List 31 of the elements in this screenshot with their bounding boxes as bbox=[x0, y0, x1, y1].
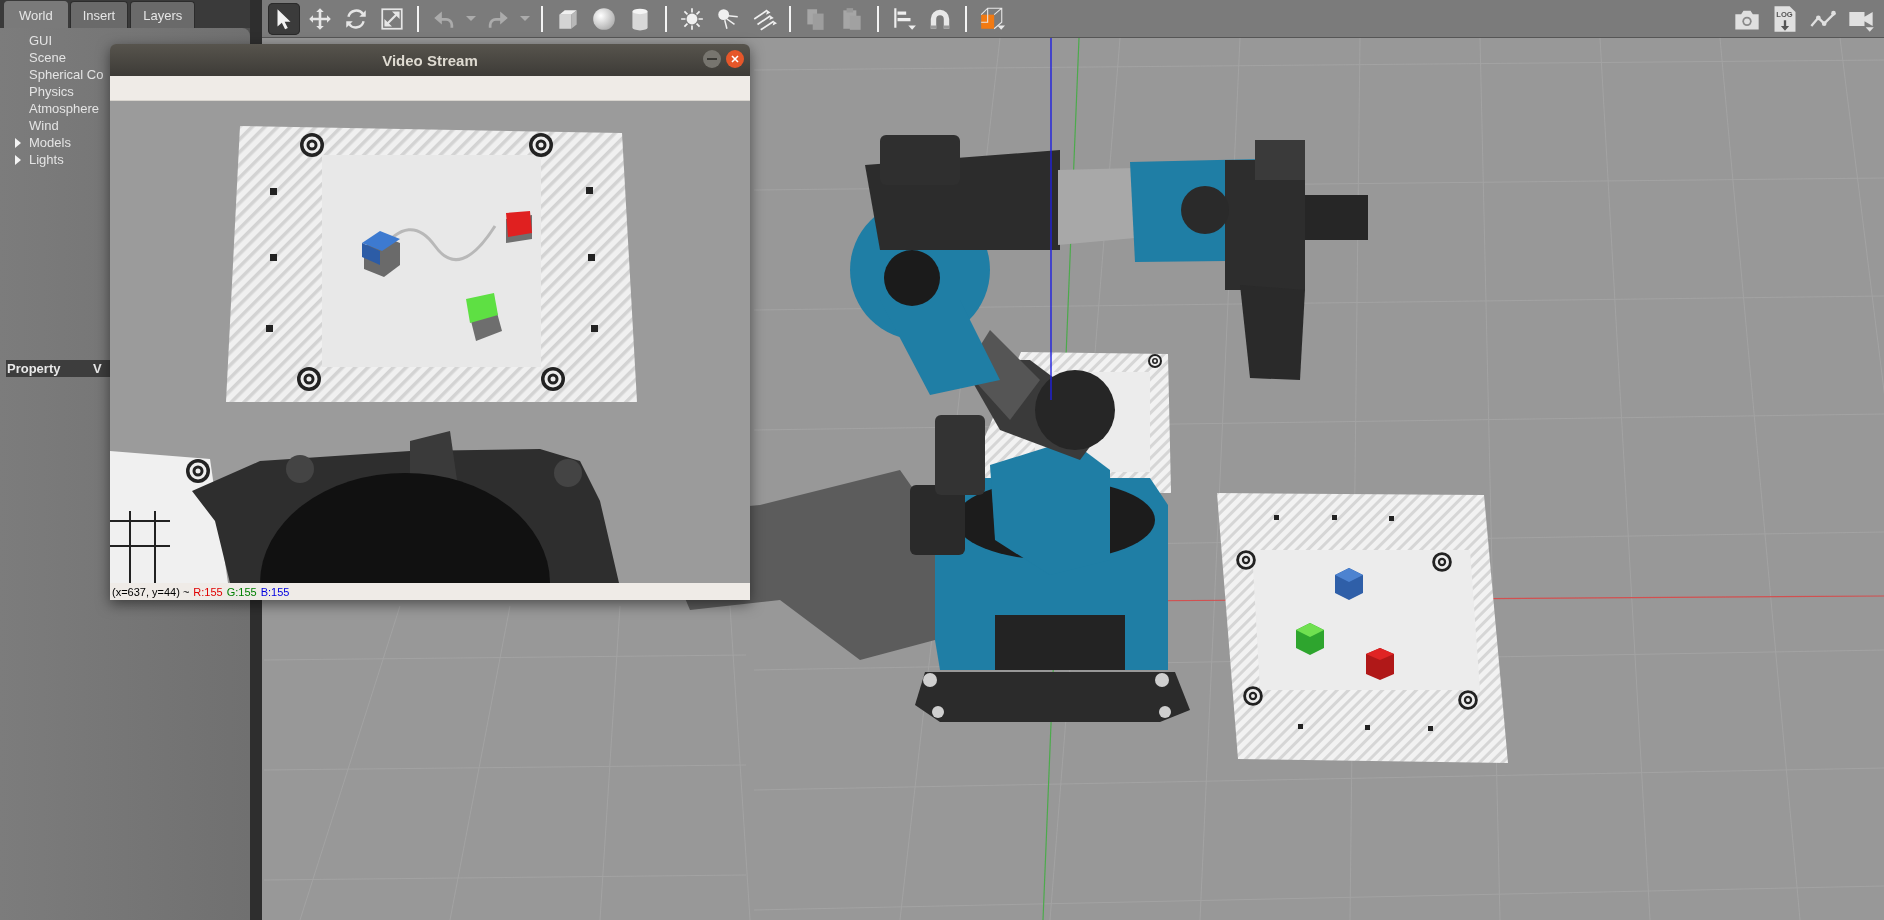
status-text: R:155 bbox=[193, 585, 223, 598]
caret-icon bbox=[520, 16, 530, 21]
minimize-icon bbox=[707, 58, 717, 60]
tree-item[interactable]: Lights bbox=[29, 151, 64, 168]
panel-tab[interactable]: Layers bbox=[130, 1, 196, 28]
tree-item[interactable]: GUI bbox=[29, 32, 53, 49]
tree-item[interactable]: Atmosphere bbox=[29, 100, 100, 117]
status-text: (x=637, y=44) ~ bbox=[112, 585, 190, 598]
tree-item[interactable]: Scene bbox=[29, 49, 66, 66]
tree-item[interactable]: Spherical Co bbox=[29, 66, 104, 83]
panel-tab[interactable]: World bbox=[4, 1, 68, 28]
window-title: Video Stream bbox=[382, 51, 478, 69]
sun-icon bbox=[679, 5, 705, 32]
tree-item[interactable]: Wind bbox=[29, 117, 59, 134]
column-header: V bbox=[93, 361, 102, 376]
column-header: Property bbox=[6, 361, 62, 376]
status-text: G:155 bbox=[226, 585, 257, 598]
collapsed-triangle-icon[interactable] bbox=[14, 137, 22, 148]
caret-icon bbox=[466, 16, 476, 21]
select-button[interactable] bbox=[268, 2, 300, 35]
align-bars-icon bbox=[891, 5, 917, 32]
status-text: B:155 bbox=[260, 585, 290, 598]
panel-tab[interactable]: Insert bbox=[69, 1, 129, 28]
tree-item[interactable]: Models bbox=[29, 134, 71, 151]
close-button[interactable] bbox=[726, 50, 744, 68]
sphere-icon bbox=[591, 5, 617, 32]
minimize-button[interactable] bbox=[703, 50, 721, 68]
view-cube-icon bbox=[979, 5, 1005, 32]
close-icon bbox=[731, 55, 739, 63]
collapsed-triangle-icon[interactable] bbox=[14, 154, 22, 165]
tree-item[interactable]: Physics bbox=[29, 83, 74, 100]
